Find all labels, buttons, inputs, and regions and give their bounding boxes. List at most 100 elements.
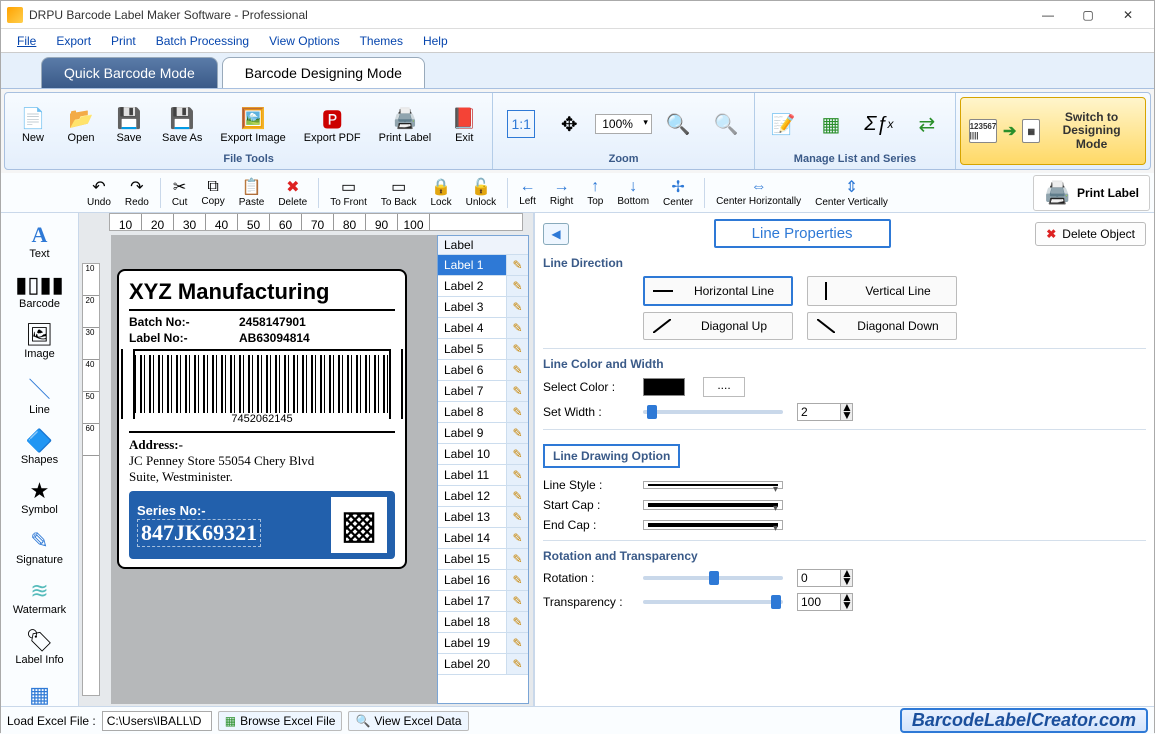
edit-icon[interactable]: ✎ <box>506 255 528 275</box>
dir-horizontal-button[interactable]: Horizontal Line <box>643 276 793 306</box>
end-cap-select[interactable] <box>643 520 783 530</box>
edit-icon[interactable]: ✎ <box>506 591 528 611</box>
transparency-slider[interactable] <box>643 600 783 604</box>
dir-diag-down-button[interactable]: Diagonal Down <box>807 312 957 340</box>
edit-icon[interactable]: ✎ <box>506 423 528 443</box>
menu-file[interactable]: File <box>7 31 46 51</box>
dir-vertical-button[interactable]: Vertical Line <box>807 276 957 306</box>
to-front-button[interactable]: ▭To Front <box>324 175 373 210</box>
maximize-button[interactable]: ▢ <box>1068 1 1108 29</box>
transparency-spinner[interactable]: ▲▼ <box>841 593 853 611</box>
label-list-item[interactable]: Label 14✎ <box>438 528 528 549</box>
tool-text[interactable]: AText <box>8 217 72 265</box>
width-slider[interactable] <box>643 410 783 414</box>
color-more-button[interactable]: .... <box>703 377 745 397</box>
save-as-button[interactable]: 💾Save As <box>155 96 209 152</box>
close-button[interactable]: ✕ <box>1108 1 1148 29</box>
manage-excel-button[interactable]: ▦ <box>809 96 853 152</box>
cut-button[interactable]: ✂Cut <box>166 175 194 210</box>
export-image-button[interactable]: 🖼️Export Image <box>213 96 292 152</box>
edit-icon[interactable]: ✎ <box>506 444 528 464</box>
edit-icon[interactable]: ✎ <box>506 402 528 422</box>
center-v-button[interactable]: ⇕Center Vertically <box>809 175 894 210</box>
label-list-item[interactable]: Label 2✎ <box>438 276 528 297</box>
tool-barcode[interactable]: ▮▯▮▮Barcode <box>8 267 72 315</box>
tool-symbol[interactable]: ★Symbol <box>8 473 72 521</box>
menu-print[interactable]: Print <box>101 31 146 51</box>
manage-fx-button[interactable]: Σƒx <box>857 96 901 152</box>
export-pdf-button[interactable]: 🅿Export PDF <box>297 96 368 152</box>
menu-themes[interactable]: Themes <box>350 31 413 51</box>
redo-button[interactable]: ↷Redo <box>119 175 155 210</box>
paste-button[interactable]: 📋Paste <box>233 175 271 210</box>
browse-excel-button[interactable]: ▦Browse Excel File <box>218 711 343 731</box>
copy-button[interactable]: ⧉Copy <box>195 176 230 209</box>
label-list-item[interactable]: Label 4✎ <box>438 318 528 339</box>
label-list-item[interactable]: Label 15✎ <box>438 549 528 570</box>
delete-button[interactable]: ✖Delete <box>272 175 313 210</box>
label-list-item[interactable]: Label 13✎ <box>438 507 528 528</box>
label-list-item[interactable]: Label 11✎ <box>438 465 528 486</box>
color-swatch[interactable] <box>643 378 685 396</box>
manage-edit-button[interactable]: 📝 <box>761 96 805 152</box>
align-top-button[interactable]: ↑Top <box>581 176 609 209</box>
exit-button[interactable]: 📕Exit <box>442 96 486 152</box>
rotation-input[interactable]: 0 <box>797 569 841 587</box>
edit-icon[interactable]: ✎ <box>506 486 528 506</box>
label-list-item[interactable]: Label 18✎ <box>438 612 528 633</box>
open-button[interactable]: 📂Open <box>59 96 103 152</box>
new-button[interactable]: 📄New <box>11 96 55 152</box>
edit-icon[interactable]: ✎ <box>506 381 528 401</box>
label-preview[interactable]: XYZ Manufacturing Batch No:-2458147901 L… <box>117 269 407 569</box>
zoom-fit-button[interactable]: 1:1 <box>499 107 543 141</box>
line-style-select[interactable] <box>643 481 783 489</box>
print-label-toolbar-button[interactable]: 🖨️Print Label <box>1033 175 1150 211</box>
width-input[interactable]: 2 <box>797 403 841 421</box>
dir-diag-up-button[interactable]: Diagonal Up <box>643 312 793 340</box>
label-list-item[interactable]: Label 19✎ <box>438 633 528 654</box>
edit-icon[interactable]: ✎ <box>506 318 528 338</box>
edit-icon[interactable]: ✎ <box>506 633 528 653</box>
edit-icon[interactable]: ✎ <box>506 339 528 359</box>
unlock-button[interactable]: 🔓Unlock <box>460 175 503 210</box>
switch-mode-button[interactable]: 123567|||| ➔ ▦ Switch to Designing Mode <box>960 97 1146 165</box>
label-list-item[interactable]: Label 3✎ <box>438 297 528 318</box>
tab-design-mode[interactable]: Barcode Designing Mode <box>222 57 425 88</box>
label-list-item[interactable]: Label 5✎ <box>438 339 528 360</box>
manage-refresh-button[interactable]: ⇄ <box>905 96 949 152</box>
align-left-button[interactable]: ←Left <box>513 176 542 209</box>
edit-icon[interactable]: ✎ <box>506 528 528 548</box>
edit-icon[interactable]: ✎ <box>506 360 528 380</box>
start-cap-select[interactable] <box>643 500 783 510</box>
label-list-item[interactable]: Label 8✎ <box>438 402 528 423</box>
transparency-input[interactable]: 100 <box>797 593 841 611</box>
zoom-out-button[interactable]: 🔍 <box>704 107 748 141</box>
label-list-item[interactable]: Label 1✎ <box>438 255 528 276</box>
tool-label-info[interactable]: 🏷Label Info <box>8 623 72 671</box>
label-list-item[interactable]: Label 12✎ <box>438 486 528 507</box>
delete-object-button[interactable]: ✖Delete Object <box>1035 222 1146 246</box>
rotation-slider[interactable] <box>643 576 783 580</box>
tool-shapes[interactable]: 🔷Shapes <box>8 423 72 471</box>
props-back-button[interactable]: ◀ <box>543 223 569 245</box>
save-button[interactable]: 💾Save <box>107 96 151 152</box>
tool-signature[interactable]: ✎Signature <box>8 523 72 571</box>
label-list-item[interactable]: Label 9✎ <box>438 423 528 444</box>
minimize-button[interactable]: — <box>1028 1 1068 29</box>
edit-icon[interactable]: ✎ <box>506 507 528 527</box>
zoom-hand-button[interactable]: ✥ <box>547 107 591 141</box>
edit-icon[interactable]: ✎ <box>506 465 528 485</box>
edit-icon[interactable]: ✎ <box>506 297 528 317</box>
view-excel-button[interactable]: 🔍View Excel Data <box>348 711 468 731</box>
rotation-spinner[interactable]: ▲▼ <box>841 569 853 587</box>
menu-help[interactable]: Help <box>413 31 458 51</box>
tool-line[interactable]: ＼Line <box>8 367 72 421</box>
edit-icon[interactable]: ✎ <box>506 654 528 674</box>
edit-icon[interactable]: ✎ <box>506 549 528 569</box>
edit-icon[interactable]: ✎ <box>506 570 528 590</box>
menu-batch[interactable]: Batch Processing <box>146 31 259 51</box>
undo-button[interactable]: ↶Undo <box>81 175 117 210</box>
edit-icon[interactable]: ✎ <box>506 612 528 632</box>
print-label-button[interactable]: 🖨️Print Label <box>372 96 439 152</box>
width-spinner[interactable]: ▲▼ <box>841 403 853 421</box>
